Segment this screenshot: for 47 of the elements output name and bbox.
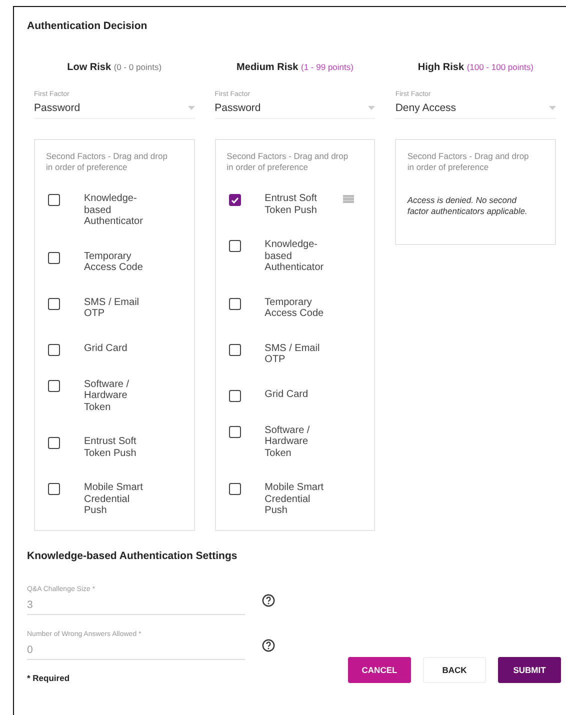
- risk-level-title: Low Risk (0 - 0 points): [66, 62, 163, 73]
- checkbox[interactable]: [48, 344, 60, 356]
- section-title: Authentication Decision: [27, 20, 148, 32]
- factor-label: Mobile Smart Credential Push: [264, 482, 325, 517]
- risk-level-title: High Risk (100 - 100 points): [416, 62, 534, 73]
- caret-icon: [368, 106, 376, 110]
- factor-label: Software / Hardware Token: [264, 424, 311, 460]
- factor-label: Entrust Soft Token Push: [264, 193, 318, 216]
- cancel-button[interactable]: CANCEL: [348, 656, 411, 683]
- denied-message: Access is denied. No second factor authenticators applicable.: [407, 195, 528, 218]
- back-button[interactable]: BACK: [423, 656, 486, 683]
- checkbox[interactable]: [48, 298, 60, 310]
- section-title: Knowledge-based Authentication Settings: [27, 550, 238, 562]
- checkbox[interactable]: [228, 344, 241, 356]
- checkbox[interactable]: [48, 437, 60, 450]
- factor-label: SMS / Email OTP: [264, 342, 321, 366]
- required-note: * Required: [27, 672, 70, 683]
- checkbox[interactable]: [48, 380, 60, 392]
- checkbox[interactable]: [228, 194, 241, 206]
- caret-icon: [188, 106, 195, 110]
- factor-label: Mobile Smart Credential Push: [84, 482, 144, 517]
- factor-label: Grid Card: [84, 342, 128, 354]
- factor-label: Temporary Access Code: [264, 296, 325, 320]
- factor-label: Knowledge-based Authenticator: [264, 239, 325, 274]
- checkbox[interactable]: [48, 194, 60, 206]
- checkbox[interactable]: [228, 483, 241, 496]
- caret-icon: [549, 106, 556, 110]
- help-icon[interactable]: [262, 638, 275, 652]
- submit-button[interactable]: SUBMIT: [498, 656, 561, 683]
- checkbox[interactable]: [228, 390, 241, 402]
- drag-handle-icon[interactable]: [342, 195, 354, 204]
- risk-level-title: Medium Risk (1 - 99 points): [236, 62, 354, 73]
- factor-label: Software / Hardware Token: [84, 378, 130, 414]
- panel-heading: Second Factors - Drag and drop in order of preference: [226, 151, 350, 174]
- checkbox[interactable]: [228, 240, 241, 252]
- factor-label: SMS / Email OTP: [84, 296, 140, 320]
- help-icon[interactable]: [262, 594, 275, 607]
- panel-heading: Second Factors - Drag and drop in order of preference: [46, 151, 168, 174]
- factor-label: Grid Card: [264, 388, 310, 400]
- factor-label: Knowledge-based Authenticator: [84, 193, 144, 228]
- panel-heading: Second Factors - Drag and drop in order of preference: [407, 151, 530, 174]
- checkbox[interactable]: [228, 298, 241, 310]
- factor-label: Entrust Soft Token Push: [84, 436, 138, 460]
- checkbox[interactable]: [48, 252, 60, 264]
- checkbox[interactable]: [48, 483, 60, 496]
- factor-label: Temporary Access Code: [84, 250, 144, 274]
- checkbox[interactable]: [228, 426, 241, 438]
